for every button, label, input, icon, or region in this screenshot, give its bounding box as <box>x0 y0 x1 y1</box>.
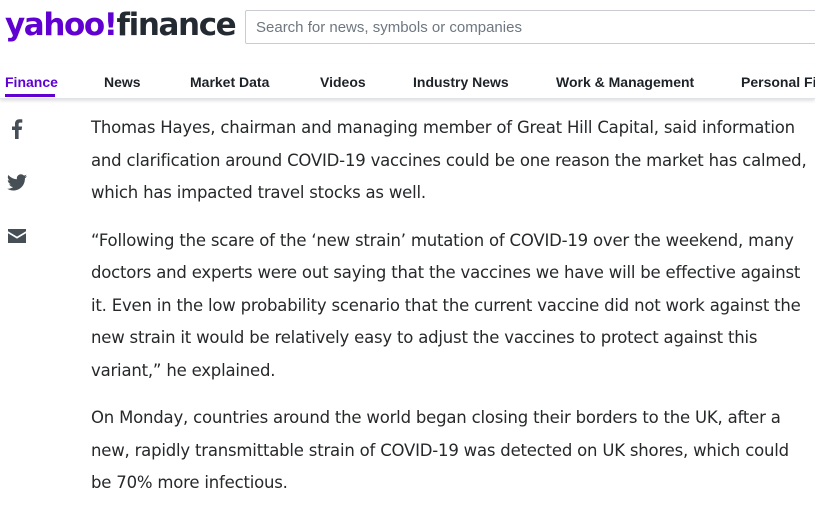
twitter-share-button[interactable] <box>7 172 27 192</box>
nav-item-work-management[interactable]: Work & Management <box>556 74 694 90</box>
main-nav: Finance News Market Data Videos Industry… <box>0 64 815 99</box>
article-paragraph: Thomas Hayes, chairman and managing memb… <box>91 118 807 202</box>
search-input[interactable] <box>245 10 815 44</box>
article-paragraph: On Monday, countries around the world be… <box>91 408 789 492</box>
mail-share-button[interactable] <box>7 226 27 246</box>
article-paragraph: “Following the scare of the ‘new strain’… <box>91 230 801 380</box>
site-header: yahoo!finance <box>0 0 815 56</box>
nav-item-finance[interactable]: Finance <box>5 74 58 90</box>
nav-item-videos[interactable]: Videos <box>320 74 366 90</box>
article-body: Thomas Hayes, chairman and managing memb… <box>91 112 811 515</box>
nav-item-industry-news[interactable]: Industry News <box>413 74 509 90</box>
facebook-share-button[interactable] <box>7 119 27 139</box>
logo-yahoo: yahoo! <box>5 7 118 43</box>
nav-item-market-data[interactable]: Market Data <box>190 74 269 90</box>
yahoo-finance-logo[interactable]: yahoo!finance <box>5 3 237 47</box>
twitter-icon <box>7 173 27 190</box>
nav-active-indicator <box>5 94 55 97</box>
nav-item-news[interactable]: News <box>104 74 141 90</box>
facebook-icon <box>12 119 23 139</box>
nav-item-personal-finance[interactable]: Personal Fin <box>741 74 815 90</box>
mail-icon <box>8 229 26 243</box>
logo-finance: finance <box>116 7 237 43</box>
